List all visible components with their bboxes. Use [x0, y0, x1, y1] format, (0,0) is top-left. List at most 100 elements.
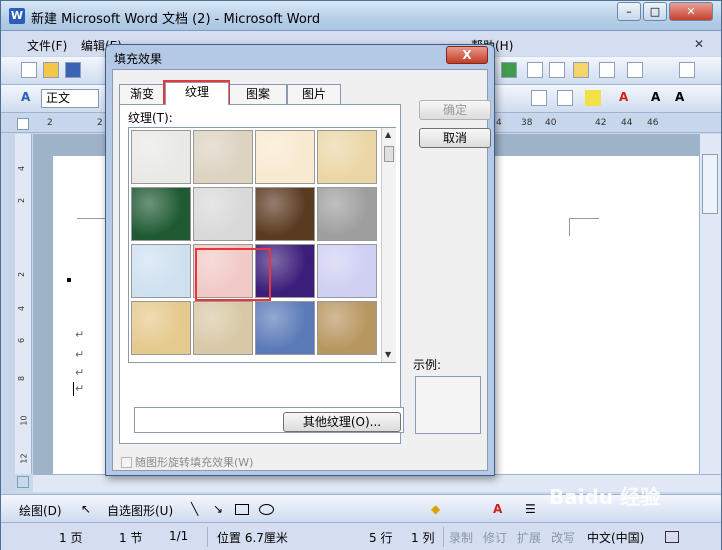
texture-swatch-woven-mat[interactable]	[317, 301, 377, 355]
status-language: 中文(中国)	[587, 531, 645, 545]
status-page: 1 页	[59, 531, 83, 545]
scroll-down-icon[interactable]: ▼	[385, 350, 391, 359]
arrow-icon[interactable]: ↘	[213, 502, 223, 516]
texture-swatch-papyrus[interactable]	[131, 301, 191, 355]
vruler-tick: 12	[19, 453, 29, 464]
left-margin-strip	[1, 134, 15, 496]
tab-selector-icon[interactable]	[17, 118, 29, 130]
ruler-tick: 2	[97, 118, 103, 128]
ruler-tick: 46	[647, 118, 659, 128]
anchor-mark	[67, 278, 71, 282]
vertical-ruler[interactable]: 4 2 2 4 6 8 10 12	[15, 134, 32, 474]
texture-swatch-newsprint[interactable]	[131, 130, 191, 184]
line-style-icon[interactable]: ☰	[525, 502, 536, 516]
normal-view-icon[interactable]	[17, 476, 29, 488]
indent-icon[interactable]	[531, 90, 547, 106]
dialog-title: 填充效果	[114, 52, 163, 66]
menu-file[interactable]: 文件(F)	[27, 37, 67, 54]
texture-swatch-brown-marble[interactable]	[255, 187, 315, 241]
read-layout-icon[interactable]	[679, 62, 695, 78]
vertical-scrollbar[interactable]	[699, 134, 721, 474]
scroll-thumb[interactable]	[384, 146, 394, 162]
highlight-selected-texture	[195, 248, 271, 301]
new-doc-icon[interactable]	[21, 62, 37, 78]
texture-swatch-blue-tissue[interactable]	[131, 244, 191, 298]
ok-button[interactable]: 确定	[419, 100, 491, 120]
status-trk[interactable]: 修订	[483, 529, 507, 546]
ruler-tick: 2	[47, 118, 53, 128]
tab-gradient[interactable]: 渐变	[119, 84, 165, 104]
dialog-body: 渐变 纹理 图案 图片 纹理(T): ▲ ▼ 确定 取消 其他纹理(O)... …	[112, 69, 491, 471]
paragraph-mark: ↵	[75, 366, 85, 379]
spelling-status-icon[interactable]	[665, 531, 679, 543]
tab-pattern[interactable]: 图案	[229, 84, 287, 104]
vruler-tick: 10	[19, 415, 29, 426]
styles-icon[interactable]: A	[21, 90, 37, 106]
document-map-icon[interactable]	[573, 62, 589, 78]
fill-color-icon[interactable]: ◆	[431, 502, 440, 516]
vruler-tick: 6	[17, 337, 27, 344]
status-line: 5 行	[369, 531, 393, 545]
ruler-tick: 44	[621, 118, 633, 128]
columns-icon[interactable]	[527, 62, 543, 78]
line-icon[interactable]: ╲	[191, 502, 198, 516]
style-select[interactable]: 正文	[41, 89, 99, 108]
font-color-icon[interactable]: A	[493, 502, 502, 516]
word-app-icon[interactable]: W	[9, 8, 25, 24]
texture-grid[interactable]: ▲ ▼	[128, 127, 396, 363]
status-separator	[207, 527, 208, 547]
status-pages: 1/1	[169, 529, 189, 543]
texture-swatch-granite[interactable]	[317, 187, 377, 241]
texture-swatch-stationery[interactable]	[317, 130, 377, 184]
help-icon[interactable]	[627, 62, 643, 78]
margin-corner-left	[77, 218, 107, 236]
rotate-with-shape-label: 随图形旋转填充效果(W)	[135, 456, 254, 469]
highlight-icon[interactable]	[585, 90, 601, 106]
rotate-with-shape-checkbox[interactable]	[121, 457, 132, 468]
maximize-button[interactable]: □	[643, 2, 667, 21]
drawing-icon[interactable]	[549, 62, 565, 78]
minimize-button[interactable]: –	[617, 2, 641, 21]
texture-swatch-bouquet[interactable]	[317, 244, 377, 298]
status-section: 1 节	[119, 531, 143, 545]
texture-swatch-recycled-paper[interactable]	[193, 130, 253, 184]
status-ext[interactable]: 扩展	[517, 529, 541, 546]
texture-swatch-denim[interactable]	[255, 301, 315, 355]
status-position: 位置 6.7厘米	[217, 531, 288, 545]
texture-grid-scrollbar[interactable]: ▲ ▼	[381, 128, 396, 362]
ruler-tick: 4	[496, 118, 502, 128]
tab-picture[interactable]: 图片	[287, 84, 341, 104]
grow-font-icon[interactable]: A	[651, 90, 667, 106]
close-window-button[interactable]: ✕	[669, 2, 713, 21]
status-ovr[interactable]: 改写	[551, 529, 575, 546]
status-rec[interactable]: 录制	[449, 529, 473, 546]
status-column: 1 列	[411, 531, 435, 545]
font-color-icon[interactable]: A	[619, 90, 635, 106]
texture-swatch-green-marble[interactable]	[131, 187, 191, 241]
window-title: 新建 Microsoft Word 文档 (2) - Microsoft Wor…	[31, 12, 321, 27]
other-texture-button[interactable]: 其他纹理(O)...	[283, 412, 401, 432]
ruler-tick: 40	[545, 118, 557, 128]
open-folder-icon[interactable]	[43, 62, 59, 78]
draw-menu[interactable]: 绘图(D)	[19, 502, 62, 519]
rotate-with-shape-row: 随图形旋转填充效果(W)	[121, 454, 253, 470]
scroll-thumb[interactable]	[702, 154, 718, 214]
cancel-button[interactable]: 取消	[419, 128, 491, 148]
example-preview	[415, 376, 481, 434]
texture-swatch-parchment[interactable]	[255, 130, 315, 184]
rectangle-icon[interactable]	[235, 504, 249, 515]
shrink-font-icon[interactable]: A	[675, 90, 691, 106]
save-icon[interactable]	[65, 62, 81, 78]
texture-swatch-white-marble[interactable]	[193, 187, 253, 241]
texture-swatch-canvas[interactable]	[193, 301, 253, 355]
border-icon[interactable]	[557, 90, 573, 106]
close-document-icon[interactable]: ✕	[694, 37, 704, 51]
show-hide-icon[interactable]	[599, 62, 615, 78]
select-objects-icon[interactable]: ↖	[81, 502, 91, 516]
oval-icon[interactable]	[259, 504, 274, 515]
dialog-close-button[interactable]: X	[446, 46, 488, 64]
autoshapes-menu[interactable]: 自选图形(U)	[107, 502, 173, 519]
scroll-up-icon[interactable]: ▲	[385, 130, 391, 139]
tab-texture[interactable]: 纹理	[165, 82, 229, 105]
excel-icon[interactable]	[501, 62, 517, 78]
